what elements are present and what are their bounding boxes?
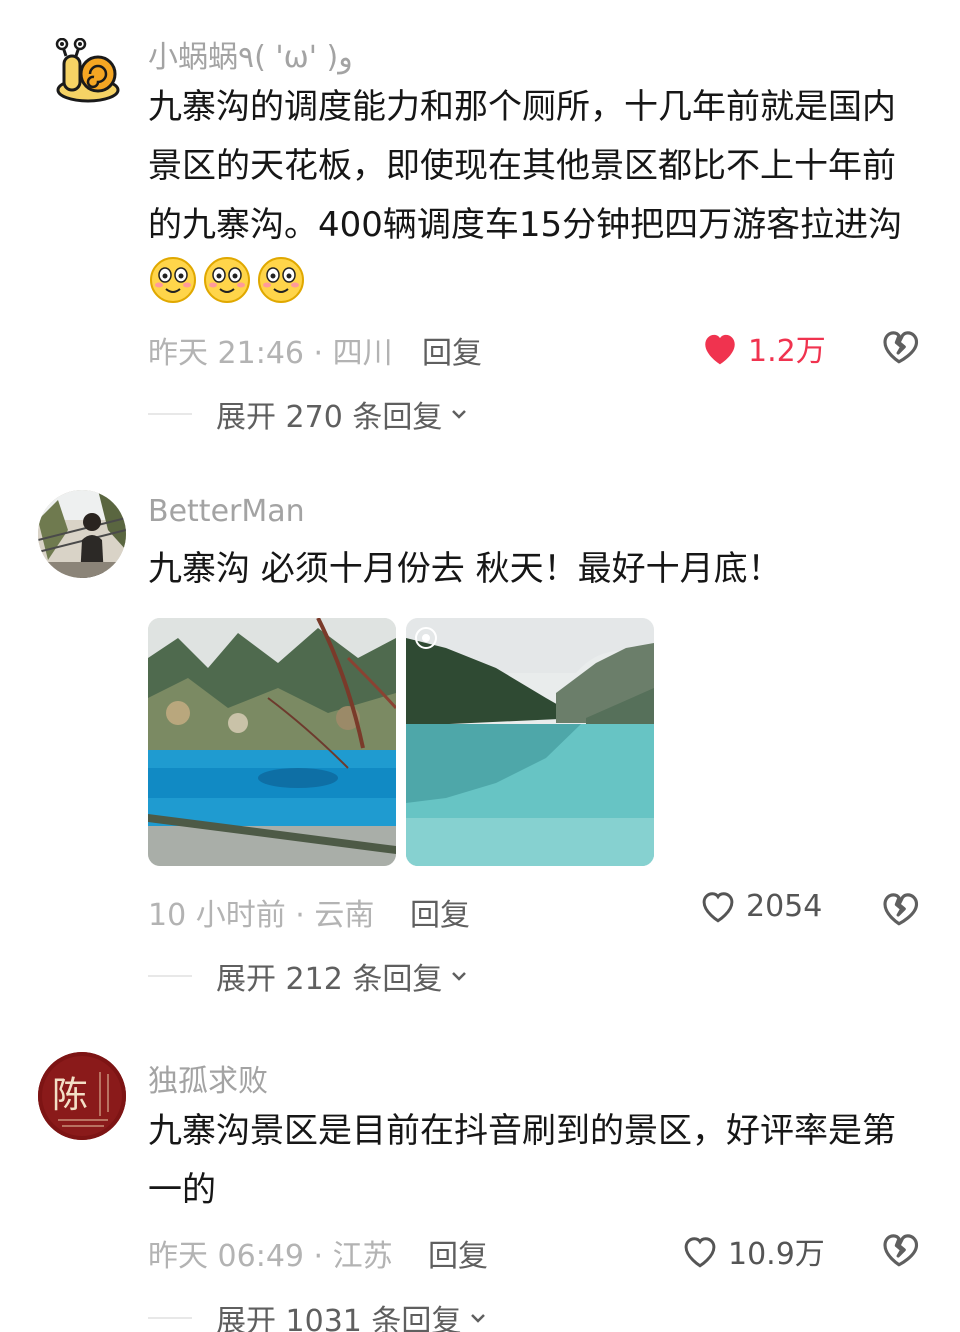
expand-replies-button[interactable]: 展开 212 条回复 [148,954,470,998]
comment-image[interactable] [148,618,396,866]
lake-photo-mountain [406,618,654,866]
dislike-icon[interactable] [878,1229,920,1269]
reply-button[interactable]: 回复 [422,328,482,372]
lake-photo-autumn [148,618,396,866]
comment-text: 九寨沟景区是目前在抖音刷到的景区，好评率是第一的 [148,1111,896,1210]
comment-image[interactable] [406,618,654,866]
chevron-down-icon [471,1314,486,1323]
comment-list: 小蜗蜗٩( 'ω' )و 九寨沟的调度能力和那个厕所，十几年前就是国内景区的天花… [0,0,960,1332]
comment-text: 九寨沟 必须十月份去 秋天！最好十月底！ [148,549,782,589]
comment-meta: 昨天 06:49 · 江苏 [148,1239,393,1274]
heart-outline-icon [684,1237,716,1268]
chevron-down-icon [452,410,467,419]
chevron-down-icon [452,972,467,981]
smiley-emoji [150,257,196,303]
snail-icon [55,37,120,103]
dislike-icon[interactable] [878,888,920,928]
like-count: 2054 [746,888,823,924]
reply-button[interactable]: 回复 [428,1231,488,1275]
username[interactable]: BetterMan [148,494,305,529]
dislike-icon[interactable] [878,326,920,366]
like-count: 1.2万 [748,334,826,369]
username[interactable]: 独孤求败 [148,1056,268,1100]
smiley-emoji [204,257,250,303]
divider [148,1317,192,1319]
avatar[interactable]: 陈 [38,1052,126,1140]
username[interactable]: 小蜗蜗٩( 'ω' )و [148,32,353,76]
comment-text: 九寨沟的调度能力和那个厕所，十几年前就是国内景区的天花板，即使现在其他景区都比不… [148,78,908,316]
heart-filled-icon [705,334,735,365]
comment-meta: 10 小时前 · 云南 [148,898,375,933]
comment-meta: 昨天 21:46 · 四川 [148,336,393,371]
smiley-emoji [258,257,304,303]
like-button[interactable]: 1.2万 [700,326,826,370]
expand-replies-button[interactable]: 展开 1031 条回复 [148,1296,489,1332]
like-button[interactable]: 2054 [698,888,822,924]
avatar-character: 陈 [52,1075,89,1116]
heart-outline-icon [702,892,734,923]
divider [148,413,192,415]
avatar[interactable] [38,490,126,578]
expand-replies-button[interactable]: 展开 270 条回复 [148,392,470,436]
divider [148,975,192,977]
emoji-group [148,257,310,306]
avatar[interactable] [50,37,130,108]
like-button[interactable]: 10.9万 [680,1229,825,1273]
like-count: 10.9万 [728,1237,825,1272]
reply-button[interactable]: 回复 [410,890,470,934]
avatar-photo [38,490,126,578]
